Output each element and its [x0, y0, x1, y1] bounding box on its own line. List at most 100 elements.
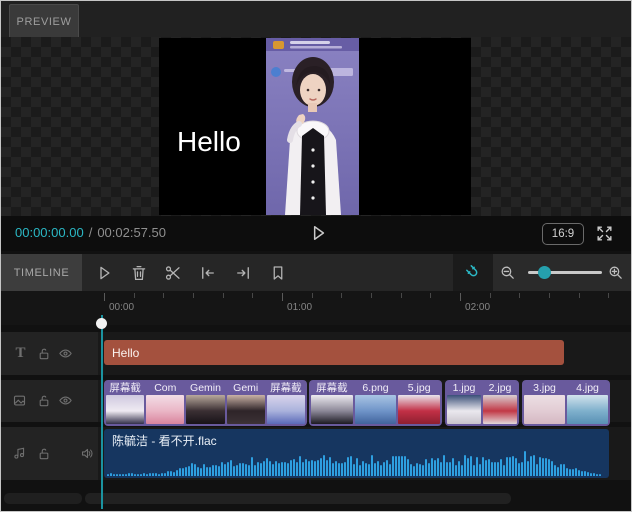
waveform-bar [353, 464, 355, 476]
preview-text-overlay[interactable]: Hello [177, 126, 241, 158]
waveform-bar [305, 459, 307, 476]
speaker-icon[interactable] [80, 446, 95, 461]
waveform-bar [590, 473, 592, 476]
waveform-bar [377, 461, 379, 476]
waveform-bar [542, 458, 544, 476]
waveform-bar [464, 455, 466, 476]
image-clip-label: 2.jpg [488, 382, 512, 394]
ruler-time-label: 00:00 [109, 302, 135, 313]
waveform-bar [419, 464, 421, 476]
waveform-bar [290, 460, 292, 476]
header-scrollbar[interactable] [4, 493, 82, 504]
waveform-bar [287, 463, 289, 476]
waveform-bar [116, 474, 118, 476]
waveform-bar [470, 456, 472, 476]
image-clip-cell: 3.jpg [523, 381, 566, 425]
waveform-bar [293, 459, 295, 476]
waveform-bar [314, 461, 316, 476]
trash-icon[interactable] [128, 262, 149, 283]
image-clip-label: 5.jpg [407, 382, 431, 394]
scissors-icon[interactable] [162, 262, 183, 283]
current-time: 00:00:00.00 [15, 225, 84, 240]
waveform-bar [317, 460, 319, 476]
waveform-bar [524, 451, 526, 476]
tab-timeline[interactable]: TIMELINE [1, 254, 82, 291]
waveform-bar [410, 464, 412, 476]
aspect-ratio-badge[interactable]: 16:9 [542, 223, 584, 245]
image-clip-group[interactable]: 3.jpg 4.jpg [522, 380, 610, 426]
playhead-line[interactable] [101, 315, 103, 509]
fullscreen-icon[interactable] [594, 223, 615, 244]
waveform-bar [389, 464, 391, 476]
waveform-bar [140, 474, 142, 476]
ruler-minor-tick [133, 293, 135, 298]
waveform-bar [200, 468, 202, 476]
ruler-minor-tick [311, 293, 313, 298]
waveform-bar [506, 457, 508, 476]
timeline-ruler[interactable]: 00:00 01:00 02:00 [1, 291, 631, 325]
ruler-major-tick [104, 293, 105, 301]
jump-to-start-icon[interactable] [197, 262, 218, 283]
waveform-bar [398, 456, 400, 476]
waveform-bar [137, 474, 139, 476]
waveform-bar [119, 474, 121, 476]
jump-to-end-icon[interactable] [232, 262, 253, 283]
horizontal-scrollbar[interactable] [85, 493, 511, 504]
waveform-bar [185, 467, 187, 476]
lock-icon[interactable] [36, 446, 51, 461]
image-clip-label: 屏幕截 [270, 382, 302, 394]
waveform-bar [365, 463, 367, 476]
waveform-bar [386, 460, 388, 476]
waveform-bar [560, 464, 562, 476]
ruler-minor-tick [222, 293, 224, 298]
tab-preview[interactable]: PREVIEW [9, 4, 79, 38]
image-clip-group[interactable]: 屏幕截 Com Gemin Gemi 屏幕截 [104, 380, 307, 426]
waveform-bar [299, 456, 301, 476]
waveform-bar [206, 467, 208, 476]
waveform-bar [494, 462, 496, 476]
image-clip-label: 6.png [362, 382, 389, 394]
waveform-bar [155, 473, 157, 476]
waveform-bar [566, 468, 568, 476]
image-clip-group[interactable]: 屏幕截 6.png 5.jpg [309, 380, 442, 426]
waveform-bar [335, 461, 337, 476]
waveform-bar [512, 456, 514, 476]
waveform-bar [374, 463, 376, 476]
waveform-bar [284, 462, 286, 476]
magnet-icon[interactable] [463, 262, 484, 283]
ruler-time-label: 01:00 [287, 302, 313, 313]
image-clip-group[interactable]: 1.jpg 2.jpg [445, 380, 519, 426]
waveform-bar [221, 462, 223, 476]
waveform-bar [308, 461, 310, 476]
image-thumbnail [186, 395, 225, 424]
text-clip[interactable]: Hello [104, 340, 564, 365]
audio-track-header [1, 427, 98, 480]
waveform-bar [296, 462, 298, 476]
playhead-handle[interactable] [96, 318, 107, 329]
lock-icon[interactable] [36, 346, 51, 361]
zoom-in-icon[interactable] [606, 263, 625, 282]
eye-icon[interactable] [58, 346, 73, 361]
waveform-bar [422, 465, 424, 476]
total-time: 00:02:57.50 [97, 225, 166, 240]
image-clip-label: 1.jpg [452, 382, 476, 394]
play-button[interactable] [307, 222, 329, 244]
zoom-slider-handle[interactable] [538, 266, 551, 279]
waveform-bar [521, 462, 523, 476]
waveform-bar [557, 467, 559, 476]
waveform-bar [236, 465, 238, 476]
image-clip-cell: 屏幕截 [310, 381, 354, 425]
waveform-bar [320, 458, 322, 476]
waveform-bar [443, 455, 445, 476]
waveform-bar [194, 464, 196, 476]
preview-photo[interactable] [266, 38, 359, 215]
ruler-minor-tick [578, 293, 580, 298]
text-track-header: T [1, 332, 98, 375]
waveform-bar [536, 464, 538, 476]
zoom-out-icon[interactable] [498, 263, 517, 282]
play-icon[interactable] [93, 262, 114, 283]
waveform-bar [425, 459, 427, 476]
waveform-bar [545, 458, 547, 476]
audio-clip[interactable]: 陈毓洁 - 看不开.flac [104, 429, 609, 478]
bookmark-icon[interactable] [267, 262, 288, 283]
